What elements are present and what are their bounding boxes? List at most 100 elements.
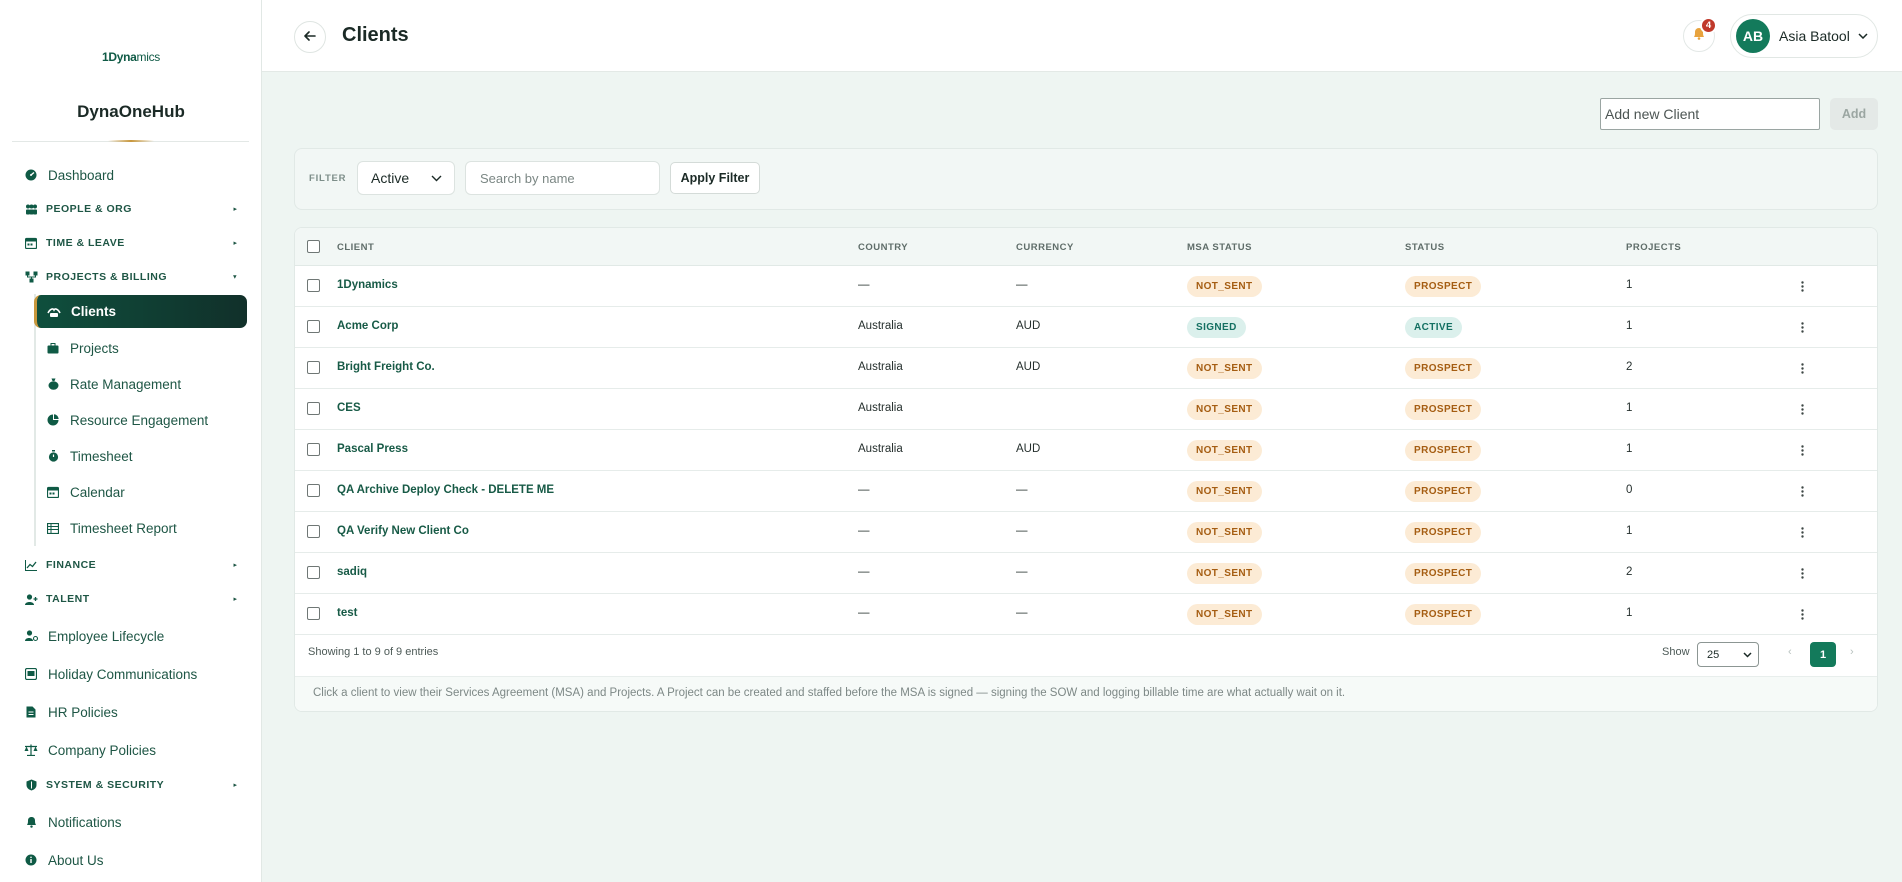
currency-cell: — bbox=[1016, 525, 1028, 537]
sidebar-item-timesheet-report[interactable]: Timesheet Report bbox=[46, 517, 177, 539]
sidebar-item-employee-lifecycle[interactable]: Employee Lifecycle bbox=[24, 625, 164, 647]
sidebar-section-time-leave[interactable]: TIME & LEAVE ▸ bbox=[24, 234, 237, 252]
hint-text: Click a client to view their Services Ag… bbox=[313, 687, 1346, 699]
client-name-link[interactable]: Acme Corp bbox=[337, 320, 398, 332]
sidebar-item-label: Timesheet bbox=[70, 448, 133, 464]
table-row[interactable]: test — — NOT_SENT PROSPECT 1 bbox=[295, 594, 1877, 635]
sidebar-section-label: FINANCE bbox=[46, 559, 97, 571]
sidebar-item-projects[interactable]: Projects bbox=[46, 337, 119, 359]
row-actions-kebab-icon[interactable] bbox=[1795, 360, 1809, 376]
user-name: Asia Batool bbox=[1779, 28, 1850, 44]
row-checkbox[interactable] bbox=[307, 320, 320, 333]
table-row[interactable]: Pascal Press Australia AUD NOT_SENT PROSPECT… bbox=[295, 430, 1877, 471]
client-name-link[interactable]: sadiq bbox=[337, 566, 367, 578]
sidebar-section-label: SYSTEM & SECURITY bbox=[46, 779, 165, 791]
row-actions-kebab-icon[interactable] bbox=[1795, 606, 1809, 622]
sidebar-item-dashboard[interactable]: Dashboard bbox=[24, 164, 114, 186]
sidebar-item-notifications[interactable]: Notifications bbox=[24, 811, 122, 833]
row-actions-kebab-icon[interactable] bbox=[1795, 278, 1809, 294]
apply-filter-button[interactable]: Apply Filter bbox=[670, 162, 760, 194]
row-checkbox[interactable] bbox=[307, 361, 320, 374]
back-button[interactable] bbox=[294, 21, 326, 53]
page-size-value: 25 bbox=[1707, 648, 1720, 661]
sidebar-item-holiday-communications[interactable]: Holiday Communications bbox=[24, 663, 197, 685]
sidebar-section-talent[interactable]: TALENT ▸ bbox=[24, 590, 237, 608]
submenu-rail bbox=[34, 294, 36, 546]
mail-icon bbox=[24, 667, 38, 681]
row-checkbox[interactable] bbox=[307, 402, 320, 415]
row-actions-kebab-icon[interactable] bbox=[1795, 483, 1809, 499]
sidebar: 1Dynamics DynaOneHub Dashboard PEOPLE & … bbox=[0, 0, 262, 882]
row-actions-kebab-icon[interactable] bbox=[1795, 401, 1809, 417]
user-menu[interactable]: AB Asia Batool bbox=[1730, 14, 1878, 58]
row-checkbox[interactable] bbox=[307, 566, 320, 579]
table-row[interactable]: QA Archive Deploy Check - DELETE ME — — NOT… bbox=[295, 471, 1877, 512]
sidebar-section-system-security[interactable]: SYSTEM & SECURITY ▸ bbox=[24, 776, 237, 794]
sidebar-section-people-org[interactable]: PEOPLE & ORG ▸ bbox=[24, 200, 237, 218]
sidebar-item-label: HR Policies bbox=[48, 704, 118, 720]
country-cell: Australia bbox=[858, 320, 903, 332]
table-row[interactable]: sadiq — — NOT_SENT PROSPECT 2 bbox=[295, 553, 1877, 594]
sidebar-item-hr-policies[interactable]: HR Policies bbox=[24, 701, 118, 723]
currency-cell: — bbox=[1016, 484, 1028, 496]
column-header-projects: PROJECTS bbox=[1626, 242, 1682, 253]
status-badge: PROSPECT bbox=[1405, 522, 1482, 543]
table-row[interactable]: CES Australia NOT_SENT PROSPECT 1 bbox=[295, 389, 1877, 430]
add-client-button[interactable]: Add bbox=[1830, 98, 1878, 130]
msa-status-badge: NOT_SENT bbox=[1187, 481, 1262, 502]
row-actions-kebab-icon[interactable] bbox=[1795, 442, 1809, 458]
row-actions-kebab-icon[interactable] bbox=[1795, 524, 1809, 540]
client-name-link[interactable]: Bright Freight Co. bbox=[337, 361, 435, 373]
row-checkbox[interactable] bbox=[307, 607, 320, 620]
country-cell: — bbox=[858, 279, 870, 291]
row-actions-kebab-icon[interactable] bbox=[1795, 319, 1809, 335]
user-plus-icon bbox=[24, 592, 38, 606]
row-actions-kebab-icon[interactable] bbox=[1795, 565, 1809, 581]
column-header-country: COUNTRY bbox=[858, 242, 909, 253]
projects-count-cell: 1 bbox=[1626, 320, 1633, 332]
table-row[interactable]: QA Verify New Client Co — — NOT_SENT PROSPEC… bbox=[295, 512, 1877, 553]
currency-cell: AUD bbox=[1016, 320, 1041, 332]
table-row[interactable]: Bright Freight Co. Australia AUD NOT_SENT PR… bbox=[295, 348, 1877, 389]
pagination-next[interactable]: › bbox=[1850, 646, 1854, 658]
row-checkbox[interactable] bbox=[307, 525, 320, 538]
client-name-link[interactable]: Pascal Press bbox=[337, 443, 408, 455]
row-checkbox[interactable] bbox=[307, 279, 320, 292]
caret-down-icon: ▸ bbox=[231, 275, 239, 279]
client-name-link[interactable]: QA Verify New Client Co bbox=[337, 525, 469, 537]
pagination-prev[interactable]: ‹ bbox=[1788, 646, 1792, 658]
row-checkbox[interactable] bbox=[307, 443, 320, 456]
status-filter-select[interactable]: Active bbox=[357, 161, 455, 195]
sidebar-section-label: PROJECTS & BILLING bbox=[46, 271, 168, 283]
status-badge: PROSPECT bbox=[1405, 358, 1482, 379]
client-name-link[interactable]: 1Dynamics bbox=[337, 279, 398, 291]
table-row[interactable]: Acme Corp Australia AUD SIGNED ACTIVE 1 bbox=[295, 307, 1877, 348]
client-name-link[interactable]: CES bbox=[337, 402, 361, 414]
table-row[interactable]: 1Dynamics — — NOT_SENT PROSPECT 1 bbox=[295, 266, 1877, 307]
sidebar-item-company-policies[interactable]: Company Policies bbox=[24, 739, 156, 761]
report-icon bbox=[46, 521, 60, 535]
sidebar-section-projects-billing[interactable]: PROJECTS & BILLING ▸ bbox=[24, 268, 239, 286]
sidebar-item-label: Resource Engagement bbox=[70, 412, 209, 428]
sidebar-section-finance[interactable]: FINANCE ▸ bbox=[24, 556, 237, 574]
sidebar-item-calendar[interactable]: Calendar bbox=[46, 481, 125, 503]
divider-accent bbox=[108, 140, 154, 142]
search-input[interactable] bbox=[465, 161, 660, 195]
msa-status-badge: NOT_SENT bbox=[1187, 522, 1262, 543]
sidebar-item-resource-engagement[interactable]: Resource Engagement bbox=[46, 409, 208, 431]
add-client-input[interactable] bbox=[1600, 98, 1820, 130]
country-cell: — bbox=[858, 525, 870, 537]
pagination-page-1[interactable]: 1 bbox=[1810, 642, 1836, 667]
sidebar-item-rate-management[interactable]: Rate Management bbox=[46, 373, 181, 395]
client-name-link[interactable]: QA Archive Deploy Check - DELETE ME bbox=[337, 484, 554, 496]
column-header-msa-status: MSA STATUS bbox=[1187, 242, 1252, 253]
row-checkbox[interactable] bbox=[307, 484, 320, 497]
msa-status-badge: NOT_SENT bbox=[1187, 399, 1262, 420]
select-all-checkbox[interactable] bbox=[307, 240, 320, 253]
page-size-select[interactable]: 25 bbox=[1697, 642, 1759, 667]
sidebar-item-timesheet[interactable]: Timesheet bbox=[46, 445, 133, 467]
sidebar-item-clients[interactable]: Clients bbox=[34, 295, 247, 328]
sidebar-item-about-us[interactable]: About Us bbox=[24, 849, 104, 871]
currency-cell: AUD bbox=[1016, 361, 1041, 373]
client-name-link[interactable]: test bbox=[337, 607, 357, 619]
